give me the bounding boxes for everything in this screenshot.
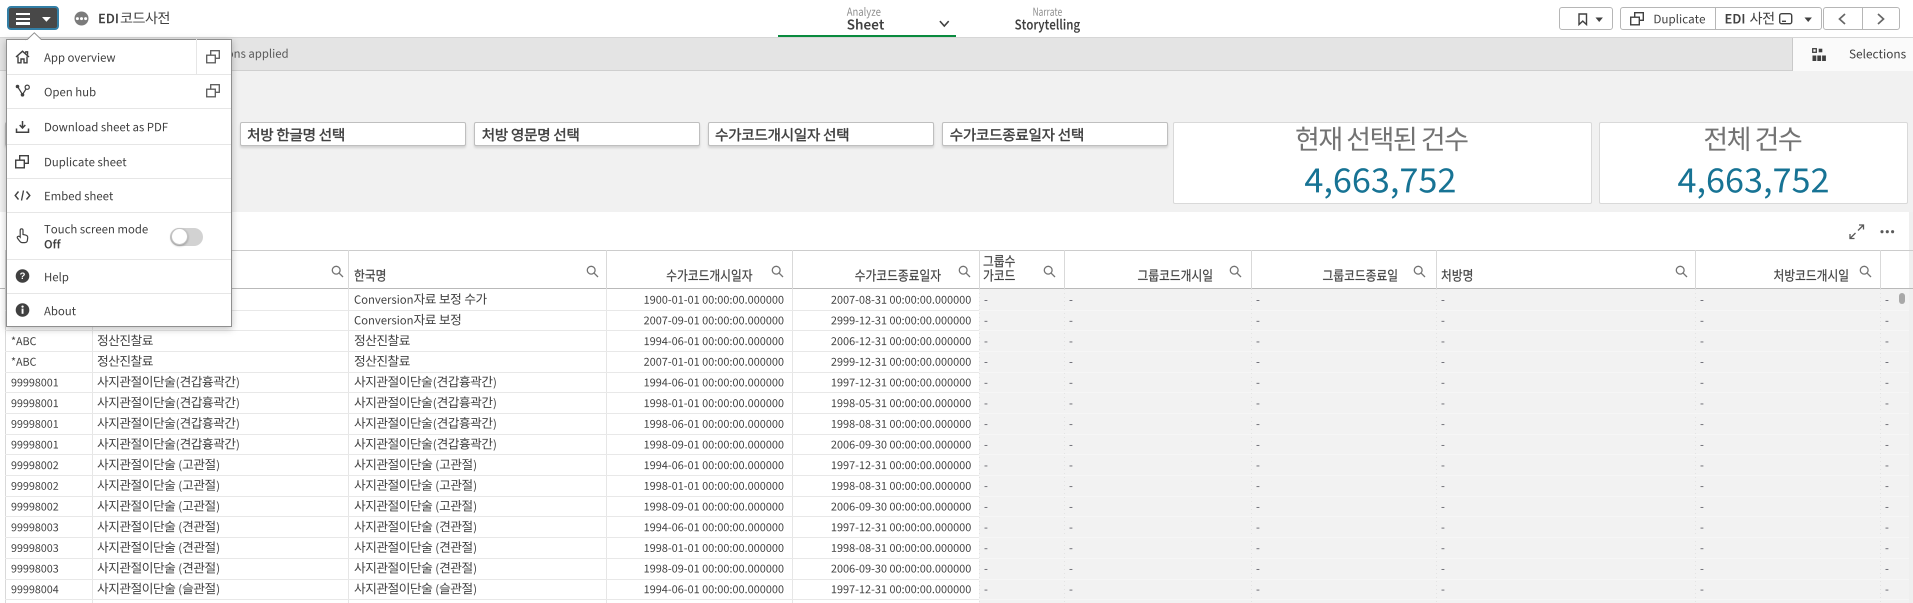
svg-text:?: ? bbox=[20, 271, 26, 282]
